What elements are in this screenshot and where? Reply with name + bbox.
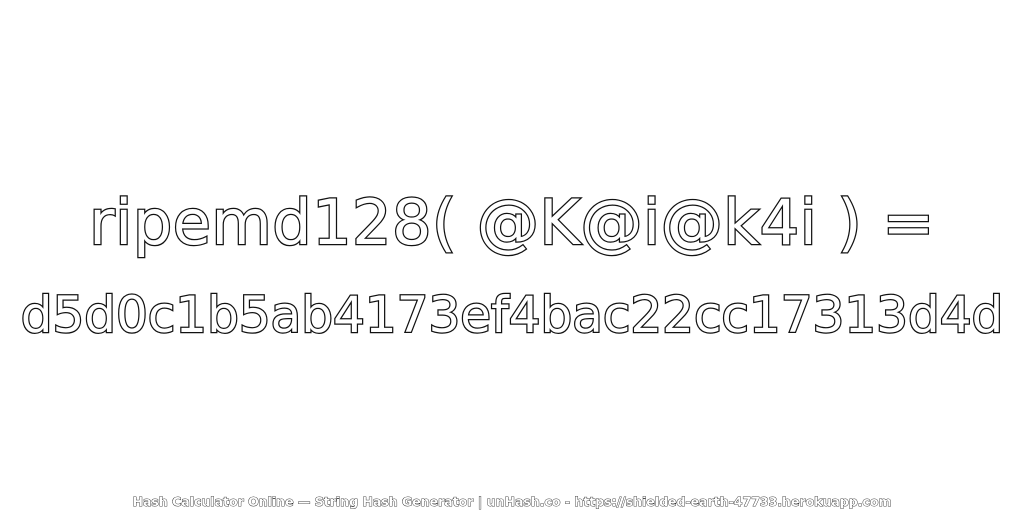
hash-expression: ripemd128( @K@i@k4i ) = [88, 186, 936, 259]
hash-result: d5d0c1b5ab4173ef4bac22cc17313d4d [19, 286, 1004, 344]
footer-credit: Hash Calculator Online — String Hash Gen… [132, 494, 892, 509]
